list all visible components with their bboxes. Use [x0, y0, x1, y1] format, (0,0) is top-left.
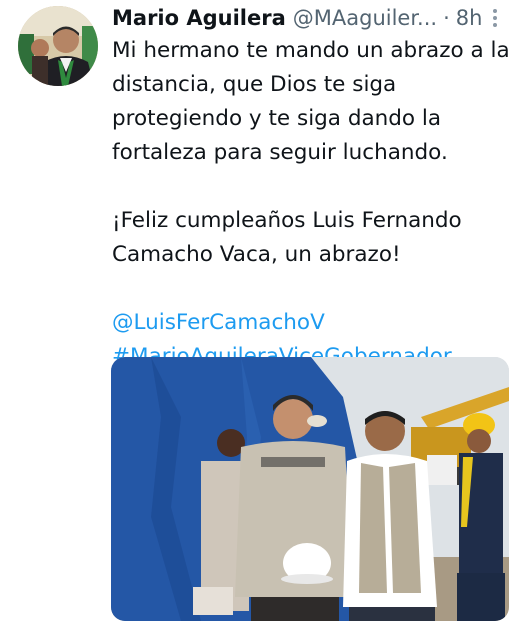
more-dot	[493, 16, 497, 20]
media-illustration	[111, 357, 509, 621]
more-dot	[493, 9, 497, 13]
avatar[interactable]	[18, 6, 98, 86]
tweet-text-line: distancia, que Dios te siga	[112, 72, 397, 97]
tweet-header: Mario Aguilera @MAaguiler... · 8h	[112, 3, 512, 33]
tweet-text-line: protegiendo y te siga dando la	[112, 106, 442, 131]
timestamp[interactable]: 8h	[456, 3, 483, 33]
tweet-text-line: Mi hermano te mando un abrazo a la	[112, 38, 510, 63]
user-handle[interactable]: @MAaguiler...	[293, 3, 437, 33]
tweet-text: Mi hermano te mando un abrazo a la dista…	[112, 34, 520, 374]
tweet-media-photo[interactable]	[111, 357, 509, 621]
tweet-text-line: ¡Feliz cumpleaños Luis Fernando	[112, 208, 462, 233]
tweet-card[interactable]: Mario Aguilera @MAaguiler... · 8h Mi her…	[0, 0, 526, 635]
more-vertical-icon[interactable]	[488, 6, 502, 30]
separator-dot: ·	[443, 6, 450, 30]
tweet-text-line: Camacho Vaca, un abrazo!	[112, 242, 401, 267]
tweet-text-line: fortaleza para seguir luchando.	[112, 140, 448, 165]
more-dot	[493, 23, 497, 27]
avatar-photo	[18, 6, 98, 86]
display-name[interactable]: Mario Aguilera	[112, 3, 286, 33]
mention-link[interactable]: @LuisFerCamachoV	[112, 306, 520, 340]
